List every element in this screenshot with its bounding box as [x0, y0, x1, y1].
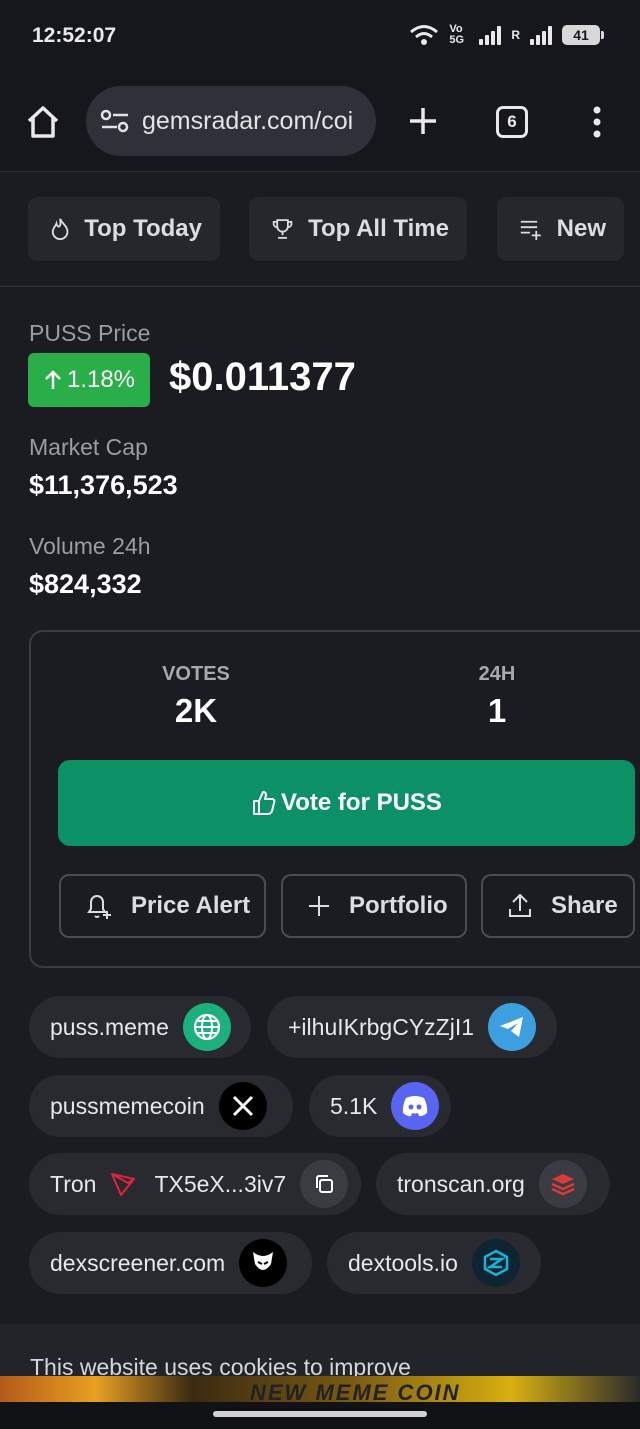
status-icons: Vo 5G R 41 — [409, 23, 604, 46]
address-bar[interactable]: gemsradar.com/coi — [86, 86, 376, 156]
discord-link[interactable]: 5.1K — [309, 1075, 451, 1137]
bell-plus-icon — [87, 895, 111, 919]
market-cap-value: $11,376,523 — [29, 470, 178, 500]
price-alert-button[interactable]: Price Alert — [59, 874, 266, 938]
price-change-value: 1.18% — [66, 366, 136, 393]
share-label: Share — [551, 892, 618, 919]
votes-24h-label: 24H — [478, 663, 516, 685]
category-tabs: Top Today Top All Time New — [0, 173, 640, 287]
menu-icon[interactable] — [590, 104, 604, 140]
dexscreener-icon — [239, 1239, 288, 1287]
system-nav-bar — [0, 1402, 640, 1429]
dextools-icon — [471, 1239, 520, 1287]
copy-icon[interactable] — [300, 1160, 349, 1208]
tab-switcher-button[interactable]: 6 — [496, 106, 528, 138]
ad-text: NEW MEME COIN — [250, 1380, 461, 1402]
globe-icon — [182, 1003, 231, 1051]
arrow-up-icon — [45, 370, 61, 389]
price-alert-label: Price Alert — [131, 892, 251, 919]
plus-icon — [309, 896, 329, 916]
dextools-link[interactable]: dextools.io — [327, 1232, 541, 1294]
votes-value: 2K — [174, 692, 218, 729]
price-change-badge: 1.18% — [28, 353, 150, 407]
vote-button-label: Vote for PUSS — [281, 789, 442, 816]
battery-level: 41 — [573, 27, 589, 43]
contract-address: TX5eX...3iv7 — [154, 1170, 287, 1197]
website-text: puss.meme — [50, 1013, 169, 1040]
votes-stat: VOTES 2K — [140, 663, 252, 730]
tab-new[interactable]: New — [497, 197, 624, 261]
telegram-text: +ilhuIKrbgCYzZjI1 — [288, 1013, 474, 1040]
votes-label: VOTES — [162, 663, 230, 685]
list-add-icon — [520, 220, 541, 240]
volume-label: Volume 24h — [29, 533, 151, 559]
tab-top-all-time[interactable]: Top All Time — [249, 197, 467, 261]
share-button[interactable]: Share — [481, 874, 635, 938]
signal-icon-2 — [530, 25, 552, 45]
coin-price: $0.011377 — [169, 355, 356, 399]
browser-toolbar: gemsradar.com/coi 6 — [0, 72, 640, 172]
dexscreener-text: dexscreener.com — [50, 1249, 226, 1276]
telegram-link[interactable]: +ilhuIKrbgCYzZjI1 — [267, 996, 557, 1058]
tab-label: New — [556, 215, 606, 242]
votes-24h-stat: 24H 1 — [457, 663, 537, 730]
telegram-icon — [488, 1003, 536, 1051]
signal-icon — [479, 25, 502, 45]
votes-24h-value: 1 — [487, 692, 507, 729]
twitter-text: pussmemecoin — [50, 1092, 205, 1119]
trophy-icon — [272, 219, 293, 239]
tronscan-link[interactable]: tronscan.org — [376, 1153, 610, 1215]
chain-name: Tron — [50, 1170, 97, 1197]
discord-text: 5.1K — [330, 1092, 378, 1119]
discord-icon — [391, 1082, 440, 1130]
contract-chip[interactable]: Tron TX5eX...3iv7 — [29, 1153, 361, 1215]
x-icon — [218, 1082, 267, 1130]
url-text[interactable]: gemsradar.com/coi — [142, 107, 353, 136]
home-gesture-handle[interactable] — [213, 1411, 427, 1417]
cookie-text: This website uses cookies to improve — [30, 1354, 411, 1376]
market-cap-label: Market Cap — [29, 434, 148, 460]
volume-value: $824,332 — [29, 569, 142, 599]
site-settings-icon[interactable] — [100, 107, 130, 135]
roaming-indicator: R — [511, 28, 520, 42]
vote-button[interactable]: Vote for PUSS — [58, 760, 635, 846]
website-link[interactable]: puss.meme — [29, 996, 251, 1058]
tab-top-today[interactable]: Top Today — [28, 197, 220, 261]
home-icon[interactable] — [25, 104, 61, 140]
thumbs-up-icon — [253, 791, 276, 815]
status-bar: 12:52:07 Vo 5G R 41 — [0, 0, 640, 72]
tab-label: Top Today — [84, 215, 202, 242]
tab-label: Top All Time — [308, 215, 449, 242]
portfolio-label: Portfolio — [349, 892, 448, 919]
network-type: Vo 5G — [449, 23, 465, 46]
dextools-text: dextools.io — [348, 1249, 458, 1276]
tronscan-icon — [538, 1160, 587, 1208]
flame-icon — [51, 218, 69, 240]
price-label: PUSS Price — [29, 320, 151, 346]
tronscan-text: tronscan.org — [397, 1170, 525, 1197]
dexscreener-link[interactable]: dexscreener.com — [29, 1232, 312, 1294]
wifi-icon — [410, 25, 439, 45]
portfolio-button[interactable]: Portfolio — [281, 874, 467, 938]
cookie-banner: This website uses cookies to improve — [0, 1324, 640, 1376]
status-time: 12:52:07 — [32, 24, 117, 47]
twitter-link[interactable]: pussmemecoin — [29, 1075, 293, 1137]
tab-count: 6 — [507, 112, 517, 131]
ad-banner[interactable]: NEW MEME COIN — [0, 1376, 640, 1402]
new-tab-icon[interactable] — [407, 105, 439, 137]
tron-icon — [111, 1173, 136, 1196]
upload-icon — [509, 893, 531, 917]
battery-icon: 41 — [562, 25, 604, 45]
